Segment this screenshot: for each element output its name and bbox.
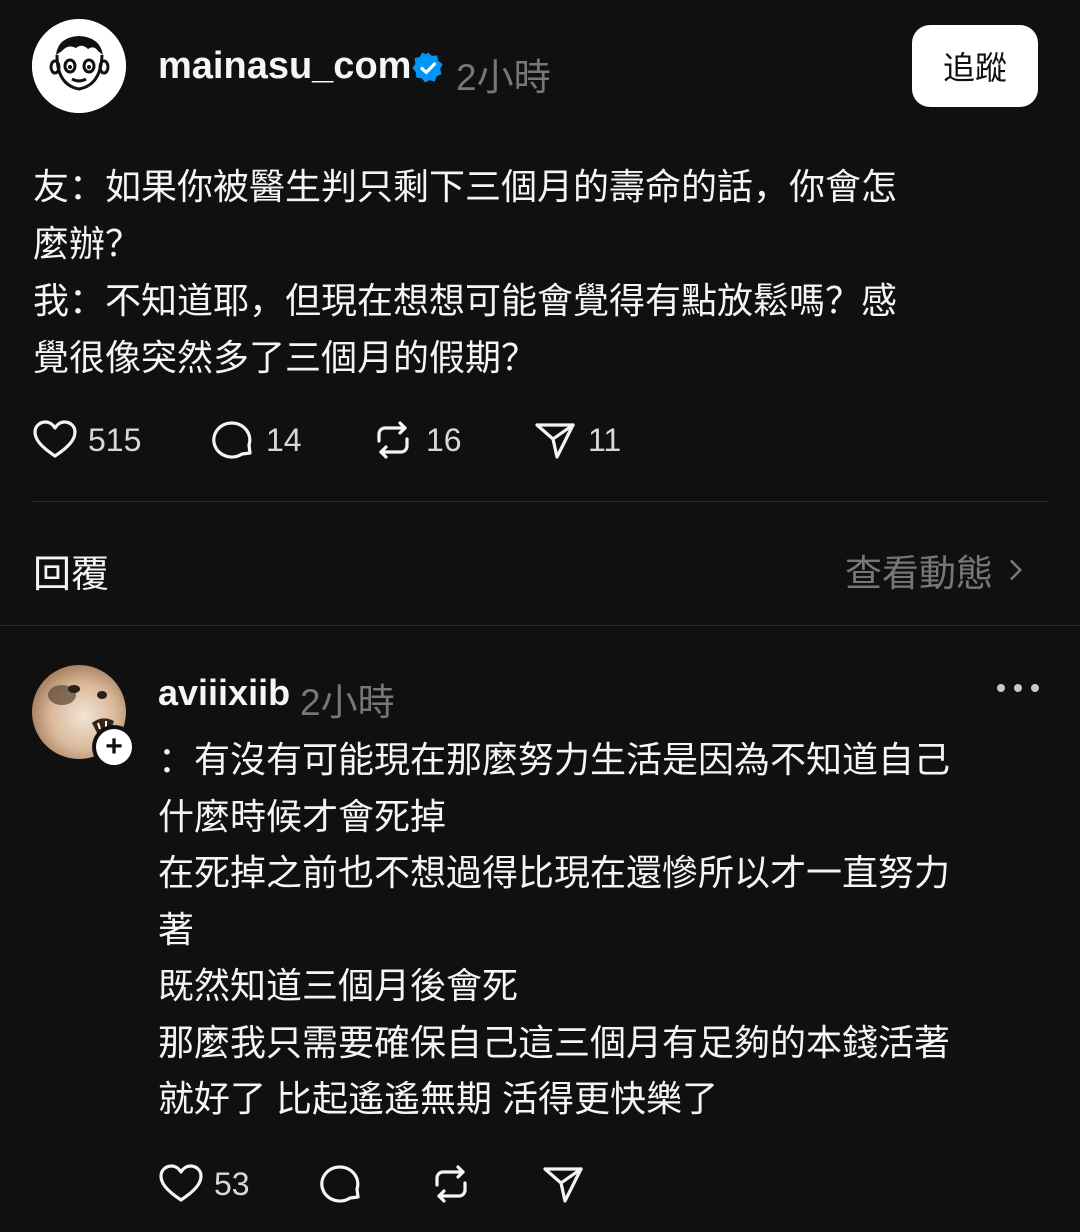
like-button[interactable]: 515 <box>32 417 141 463</box>
reply-text-line: 既然知道三個月後會死 <box>158 965 519 1006</box>
repost-button[interactable]: 16 <box>370 417 462 463</box>
verified-badge-icon <box>412 52 443 83</box>
repost-count: 16 <box>426 421 462 458</box>
more-options-icon[interactable] <box>994 670 1044 706</box>
author-avatar[interactable] <box>32 19 126 113</box>
follow-plus-button[interactable]: + <box>92 725 136 769</box>
section-divider <box>0 625 1080 626</box>
reply-text-line: 什麼時候才會死掉 <box>158 795 447 837</box>
comment-icon <box>212 421 252 459</box>
reply-author-username[interactable]: aviiixiib <box>158 672 290 714</box>
share-button[interactable]: 11 <box>532 417 621 463</box>
follow-button[interactable]: 追蹤 <box>912 25 1038 107</box>
reply-like-button[interactable]: 53 <box>158 1161 250 1207</box>
chevron-right-icon <box>1010 560 1022 580</box>
comment-button[interactable]: 14 <box>210 417 302 463</box>
cartoon-face-icon <box>32 19 126 113</box>
heart-icon <box>159 1164 203 1202</box>
plus-icon: + <box>105 730 123 763</box>
reply-text: ：有沒有可能現在那麼努力生活是因為不知道自己 什麼時候才會死掉在死掉之前也不想過得… <box>158 732 1038 1128</box>
share-icon <box>543 1167 583 1203</box>
comment-count: 14 <box>266 421 302 458</box>
reply-like-count: 53 <box>214 1165 250 1202</box>
reply-text-line: 在死掉之前也不想過得比現在還慘所以才一直努力 <box>158 852 951 893</box>
reply-comment-button[interactable] <box>318 1161 364 1207</box>
post-text-line: 覺很像突然多了三個月的假期？ <box>33 337 538 378</box>
post-timestamp: 2小時 <box>456 57 551 98</box>
author-username[interactable]: mainasu_com <box>158 45 411 88</box>
post-text: 友：如果你被醫生判只剩下三個月的壽命的話，你會怎 麼辦？ 我：不知道耶，但現在想想可… <box>33 158 1023 386</box>
reply-text-line: 就好了 比起遙遙無期 活得更快樂了 <box>158 1078 719 1119</box>
reply-text-line: ：有沒有可能現在那麼努力生活是因為不知道自己 <box>158 739 951 780</box>
reply-timestamp: 2小時 <box>300 682 395 723</box>
view-activity-label: 查看動態 <box>845 553 993 594</box>
reply-share-button[interactable] <box>540 1161 586 1207</box>
share-count: 11 <box>588 421 622 458</box>
post-text-line: 我：不知道耶，但現在想想可能會覺得有點放鬆嗎？感 <box>33 280 898 321</box>
replies-heading: 回覆 <box>33 554 110 596</box>
comment-icon <box>320 1165 360 1203</box>
repost-icon <box>377 421 409 459</box>
heart-icon <box>33 420 77 458</box>
reply-text-line: 那麼我只需要確保自己這三個月有足夠的本錢活著 <box>158 1021 951 1063</box>
repost-icon <box>435 1165 467 1203</box>
like-count: 515 <box>88 421 142 458</box>
reply-repost-button[interactable] <box>428 1161 474 1207</box>
view-activity-link[interactable]: 查看動態 <box>845 543 1029 597</box>
reply-text-line: 著 <box>158 908 195 950</box>
divider <box>32 501 1048 502</box>
post-text-line: 麼辦？ <box>33 223 142 264</box>
share-icon <box>535 423 575 459</box>
post-text-line: 友：如果你被醫生判只剩下三個月的壽命的話，你會怎 <box>33 166 898 207</box>
